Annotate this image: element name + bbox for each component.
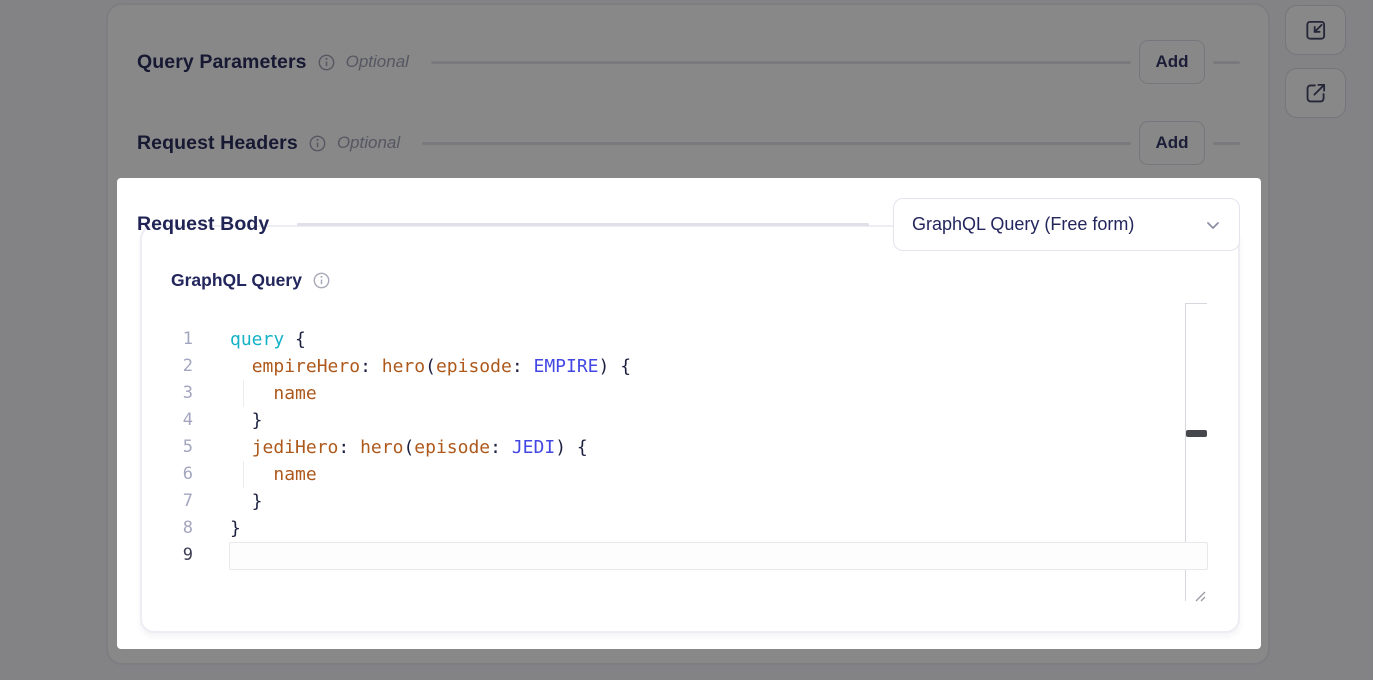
code-text: } — [230, 407, 263, 434]
divider — [1213, 61, 1240, 64]
code-line[interactable]: 6 name — [165, 461, 1207, 488]
section-request-body: Request Body GraphQL Query (Free form) — [137, 198, 1240, 251]
line-number: 5 — [165, 434, 193, 461]
external-link-icon — [1303, 80, 1329, 106]
code-text: name — [230, 461, 317, 488]
code-line[interactable]: 2 empireHero: hero(episode: EMPIRE) { — [165, 353, 1207, 380]
info-icon[interactable] — [309, 135, 326, 152]
code-text: } — [230, 488, 263, 515]
code-text: } — [230, 515, 241, 542]
divider — [431, 61, 1131, 64]
add-request-header-button[interactable]: Add — [1139, 121, 1205, 165]
code-line[interactable]: 1 query { — [165, 326, 1207, 353]
divider — [422, 142, 1131, 145]
query-parameters-title: Query Parameters — [137, 51, 307, 74]
collapse-editor-button[interactable] — [1285, 5, 1346, 55]
section-query-parameters: Query Parameters Optional Add — [137, 40, 1240, 84]
scrollbar-track — [1185, 303, 1207, 304]
body-type-select-value: GraphQL Query (Free form) — [912, 214, 1203, 235]
graphql-query-field-header: GraphQL Query — [171, 270, 330, 291]
optional-label: Optional — [337, 133, 400, 153]
resize-grip-icon[interactable] — [1191, 587, 1207, 603]
optional-label: Optional — [346, 52, 409, 72]
line-number: 3 — [165, 380, 193, 407]
line-number: 1 — [165, 326, 193, 353]
code-line[interactable]: 7 } — [165, 488, 1207, 515]
code-text: name — [230, 380, 317, 407]
import-window-icon — [1303, 17, 1329, 43]
line-number: 6 — [165, 461, 193, 488]
code-lines: 1query {2 empireHero: hero(episode: EMPI… — [165, 326, 1207, 569]
code-text: query { — [230, 326, 306, 353]
code-line[interactable]: 3 name — [165, 380, 1207, 407]
info-icon[interactable] — [318, 54, 335, 71]
line-number: 9 — [165, 542, 193, 569]
body-type-select[interactable]: GraphQL Query (Free form) — [893, 198, 1240, 251]
code-text: jediHero: hero(episode: JEDI) { — [230, 434, 588, 461]
code-line[interactable]: 4 } — [165, 407, 1207, 434]
divider — [1213, 142, 1240, 145]
scrollbar-thumb[interactable] — [1186, 430, 1207, 437]
line-number: 2 — [165, 353, 193, 380]
graphql-query-label: GraphQL Query — [171, 270, 302, 291]
divider — [297, 223, 869, 226]
line-number: 8 — [165, 515, 193, 542]
code-line[interactable]: 8} — [165, 515, 1207, 542]
open-external-button[interactable] — [1285, 68, 1346, 118]
line-number: 4 — [165, 407, 193, 434]
request-headers-title: Request Headers — [137, 132, 298, 155]
chevron-down-icon — [1203, 215, 1223, 235]
info-icon[interactable] — [313, 272, 330, 289]
code-line[interactable]: 5 jediHero: hero(episode: JEDI) { — [165, 434, 1207, 461]
graphql-query-editor[interactable]: 1query {2 empireHero: hero(episode: EMPI… — [165, 303, 1207, 601]
code-text: empireHero: hero(episode: EMPIRE) { — [230, 353, 631, 380]
section-request-headers: Request Headers Optional Add — [137, 121, 1240, 165]
add-query-parameter-button[interactable]: Add — [1139, 40, 1205, 84]
request-body-title: Request Body — [137, 213, 269, 236]
code-line-active[interactable]: 9 — [165, 542, 1207, 569]
line-number: 7 — [165, 488, 193, 515]
